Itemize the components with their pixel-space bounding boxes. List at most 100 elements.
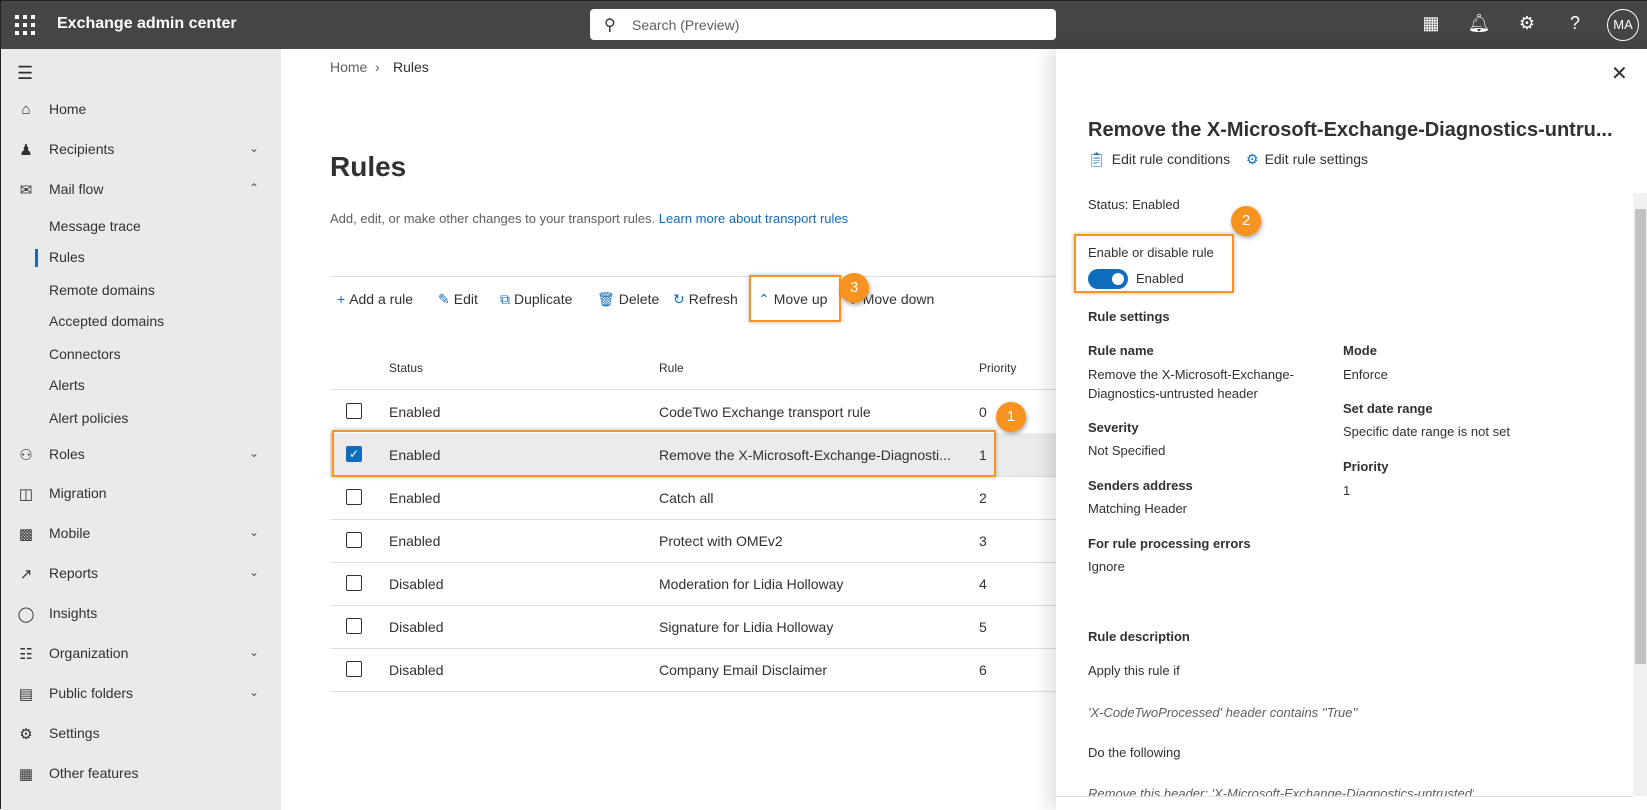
sidebar-item-remote-domains[interactable]: Remote domains bbox=[1, 282, 281, 302]
sidebar-item-label: Accepted domains bbox=[49, 313, 165, 329]
sidebar-item-public-folders[interactable]: ▤ Public folders ⌄ bbox=[1, 685, 281, 705]
sidebar-item-label: Public folders bbox=[49, 685, 134, 701]
sidebar-item-label: Recipients bbox=[49, 141, 115, 157]
sidebar-item-settings[interactable]: ⚙ Settings bbox=[1, 725, 281, 745]
add-rule-button[interactable]: + Add a rule bbox=[337, 291, 413, 307]
copy-icon: ⧉ bbox=[500, 291, 510, 307]
row-rule[interactable]: Moderation for Lidia Holloway bbox=[659, 576, 843, 592]
breadcrumb-home[interactable]: Home bbox=[330, 59, 367, 75]
row-checkbox[interactable] bbox=[346, 489, 362, 505]
close-icon[interactable]: ✕ bbox=[1611, 61, 1628, 86]
delete-button[interactable]: 🗑︎ Delete bbox=[597, 291, 659, 308]
sidebar-item-insights[interactable]: ◯ Insights bbox=[1, 605, 281, 625]
chevron-down-icon[interactable]: ⌄ bbox=[249, 525, 259, 539]
chevron-down-icon[interactable]: ⌄ bbox=[249, 565, 259, 579]
refresh-button[interactable]: ↻ Refresh bbox=[673, 291, 738, 308]
row-rule[interactable]: Company Email Disclaimer bbox=[659, 662, 827, 678]
chart-icon: ↗ bbox=[19, 566, 33, 583]
hamburger-icon[interactable]: ☰ bbox=[17, 63, 33, 84]
column-header-status[interactable]: Status bbox=[389, 361, 423, 375]
severity-label: Severity bbox=[1088, 420, 1139, 435]
folder-icon: ▤ bbox=[18, 686, 34, 703]
sidebar-item-mail-flow[interactable]: ✉ Mail flow ⌃ bbox=[1, 181, 281, 201]
row-rule[interactable]: CodeTwo Exchange transport rule bbox=[659, 404, 871, 420]
row-checkbox[interactable] bbox=[346, 403, 362, 419]
row-checkbox[interactable] bbox=[346, 661, 362, 677]
sidebar-item-roles[interactable]: ⚇ Roles ⌄ bbox=[1, 446, 281, 466]
chevron-up-icon[interactable]: ⌃ bbox=[249, 181, 259, 195]
home-icon: ⌂ bbox=[21, 101, 31, 118]
sidebar-item-reports[interactable]: ↗ Reports ⌄ bbox=[1, 565, 281, 585]
sidebar-item-alerts[interactable]: Alerts bbox=[1, 377, 281, 397]
chevron-down-icon[interactable]: ⌄ bbox=[249, 141, 259, 155]
status-text: Status: Enabled bbox=[1088, 197, 1180, 212]
sidebar-item-mobile[interactable]: ▩ Mobile ⌄ bbox=[1, 525, 281, 545]
plus-icon: + bbox=[337, 291, 346, 307]
annotation-badge-2: 2 bbox=[1231, 206, 1261, 236]
page-description: Add, edit, or make other changes to your… bbox=[330, 211, 849, 226]
sidebar-item-label: Reports bbox=[49, 565, 99, 581]
sidebar-item-accepted-domains[interactable]: Accepted domains bbox=[1, 313, 281, 333]
row-checkbox[interactable] bbox=[346, 575, 362, 591]
avatar[interactable]: MA bbox=[1607, 9, 1639, 41]
edit-button[interactable]: ✎ Edit bbox=[438, 291, 478, 308]
sidebar-item-alert-policies[interactable]: Alert policies bbox=[1, 410, 281, 430]
chevron-down-icon[interactable]: ⌄ bbox=[249, 645, 259, 659]
severity-value: Not Specified bbox=[1088, 443, 1166, 458]
row-checkbox[interactable] bbox=[346, 532, 362, 548]
sidebar-item-label: Roles bbox=[49, 446, 85, 462]
gear-icon[interactable]: ⚙ bbox=[1515, 13, 1539, 34]
mode-value: Enforce bbox=[1343, 367, 1388, 382]
scrollbar-thumb[interactable] bbox=[1635, 209, 1646, 664]
sidebar-item-connectors[interactable]: Connectors bbox=[1, 346, 281, 366]
annotation-box-2 bbox=[1074, 234, 1234, 293]
row-rule[interactable]: Catch all bbox=[659, 490, 713, 506]
app-title[interactable]: Exchange admin center bbox=[57, 15, 237, 33]
column-header-priority[interactable]: Priority bbox=[979, 361, 1016, 375]
row-status: Disabled bbox=[389, 619, 444, 635]
search-placeholder: Search (Preview) bbox=[632, 17, 740, 33]
sidebar-item-recipients[interactable]: ♟ Recipients ⌄ bbox=[1, 141, 281, 161]
edit-rule-conditions-button[interactable]: 📋︎ Edit rule conditions bbox=[1088, 151, 1230, 168]
apply-if-label: Apply this rule if bbox=[1088, 663, 1180, 678]
row-checkbox[interactable] bbox=[346, 618, 362, 634]
senders-value: Matching Header bbox=[1088, 501, 1187, 516]
bell-icon[interactable]: 🔔︎ bbox=[1467, 13, 1491, 34]
divider bbox=[330, 276, 1056, 277]
sidebar-item-message-trace[interactable]: Message trace bbox=[1, 218, 281, 238]
sidebar-item-organization[interactable]: ☷ Organization ⌄ bbox=[1, 645, 281, 665]
rule-details-panel: ✕ Remove the X-Microsoft-Exchange-Diagno… bbox=[1056, 49, 1647, 810]
action-text: Remove this header: 'X-Microsoft-Exchang… bbox=[1088, 786, 1475, 796]
chevron-down-icon[interactable]: ⌄ bbox=[249, 446, 259, 460]
column-header-rule[interactable]: Rule bbox=[659, 361, 684, 375]
sidebar-item-migration[interactable]: ◫ Migration bbox=[1, 485, 281, 505]
row-rule[interactable]: Signature for Lidia Holloway bbox=[659, 619, 833, 635]
edit-rule-settings-button[interactable]: ⚙ Edit rule settings bbox=[1246, 151, 1368, 168]
duplicate-button[interactable]: ⧉ Duplicate bbox=[500, 291, 572, 308]
sidebar-item-rules[interactable]: Rules bbox=[1, 249, 281, 269]
sidebar-item-label: Alert policies bbox=[49, 410, 129, 426]
chevron-down-icon[interactable]: ⌄ bbox=[249, 685, 259, 699]
row-rule[interactable]: Protect with OMEv2 bbox=[659, 533, 783, 549]
panel-scrollbar[interactable] bbox=[1633, 193, 1647, 796]
gear-icon: ⚙ bbox=[19, 726, 33, 743]
sidebar-item-label: Remote domains bbox=[49, 282, 155, 298]
terminal-icon[interactable]: ▦ bbox=[1419, 13, 1443, 34]
sidebar-item-other-features[interactable]: ▦ Other features bbox=[1, 765, 281, 785]
sidebar-item-home[interactable]: ⌂ Home bbox=[1, 101, 281, 121]
annotation-box-3 bbox=[749, 275, 841, 322]
sidebar: ☰ ⌂ Home ♟ Recipients ⌄ ✉ Mail flow ⌃ Message tr… bbox=[1, 49, 281, 810]
row-priority: 0 bbox=[979, 404, 987, 420]
row-priority: 4 bbox=[979, 576, 987, 592]
learn-more-link[interactable]: Learn more about transport rules bbox=[659, 211, 848, 226]
mail-icon: ✉ bbox=[19, 182, 33, 199]
trash-icon: 🗑︎ bbox=[597, 291, 615, 307]
top-bar: Exchange admin center ⚲ Search (Preview) … bbox=[1, 1, 1647, 49]
rule-name-value-cont: Diagnostics-untrusted header bbox=[1088, 386, 1258, 401]
sidebar-item-label: Other features bbox=[49, 765, 139, 781]
sidebar-item-label: Mail flow bbox=[49, 181, 104, 197]
waffle-icon[interactable] bbox=[15, 15, 35, 35]
sidebar-item-label: Connectors bbox=[49, 346, 121, 362]
search-input[interactable]: ⚲ Search (Preview) bbox=[590, 9, 1056, 40]
help-icon[interactable]: ? bbox=[1563, 13, 1587, 34]
